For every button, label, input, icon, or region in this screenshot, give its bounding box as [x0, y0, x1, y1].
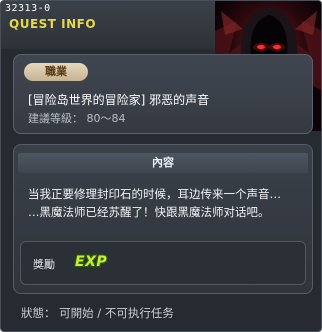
reward-box: 獎勵 EXP — [20, 241, 306, 285]
exp-icon[interactable]: EXP — [75, 254, 107, 270]
quest-info-window: 32313-0 QUEST INFO 職業 [冒险岛世界的冒险家] 邪恶的声音 … — [0, 0, 322, 332]
quest-summary-panel: 職業 [冒险岛世界的冒险家] 邪恶的声音 建議等級： 80～84 — [13, 54, 313, 134]
recommended-level: 建議等級： 80～84 — [28, 112, 126, 125]
quest-content-panel: 內容 当我正要修理封印石的时候，耳边传来一个声音… …黑魔法师已经苏醒了！快跟黑… — [13, 144, 313, 294]
quest-status: 狀態： 可開始 / 不可执行任务 — [21, 306, 174, 320]
reward-label: 獎勵 — [33, 258, 55, 271]
quest-info-title: QUEST INFO — [9, 17, 97, 31]
content-line: …黑魔法师已经苏醒了！快跟黑魔法师对话吧。 — [28, 205, 270, 219]
job-tag: 職業 — [24, 63, 88, 81]
content-header: 內容 — [18, 153, 308, 173]
content-text: 当我正要修理封印石的时候，耳边传来一个声音… …黑魔法师已经苏醒了！快跟黑魔法师… — [28, 185, 308, 221]
quest-id: 32313-0 — [5, 3, 51, 14]
content-line: 当我正要修理封印石的时候，耳边传来一个声音… — [28, 187, 281, 201]
quest-title: [冒险岛世界的冒险家] 邪恶的声音 — [28, 93, 210, 107]
